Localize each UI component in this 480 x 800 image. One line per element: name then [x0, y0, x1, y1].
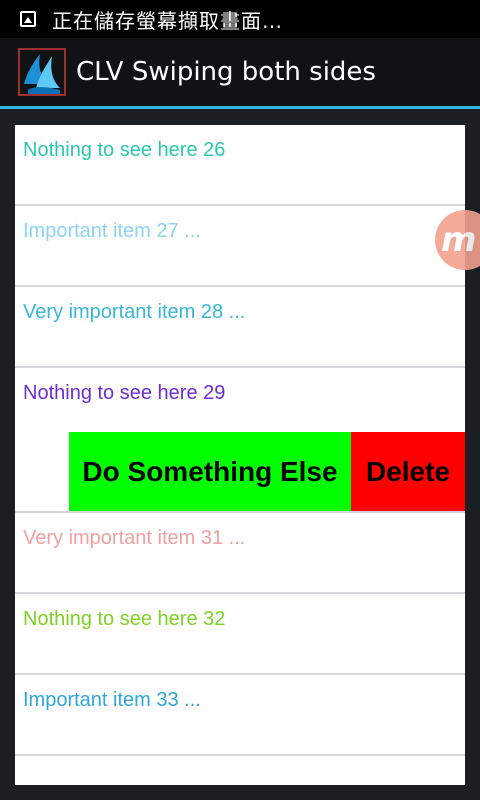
list-item-label: Very important item 31 ...	[23, 527, 246, 549]
list-item[interactable]: Important item 27 ...	[15, 206, 465, 288]
list-item[interactable]: Nothing to see here 32	[15, 594, 465, 676]
do-something-else-button[interactable]: Do Something Else	[69, 432, 351, 511]
swiped-list-item[interactable]: Do Something Else Delete	[15, 432, 465, 514]
list-item[interactable]: Very important item 31 ...	[15, 513, 465, 595]
swipe-list[interactable]: Nothing to see here 26 Important item 27…	[15, 125, 465, 785]
list-item-label: Important item 33 ...	[23, 689, 201, 711]
list-item[interactable]	[15, 756, 465, 785]
list-item-label: Nothing to see here 32	[23, 608, 226, 630]
list-item-label: Important item 27 ...	[23, 220, 201, 242]
list-item-label: Nothing to see here 26	[23, 139, 226, 161]
list-item[interactable]: Very important item 28 ...	[15, 287, 465, 369]
delete-button[interactable]: Delete	[351, 432, 465, 511]
status-text: 正在儲存螢幕擷取畫面…	[52, 8, 283, 33]
status-bar: 正在儲存螢幕擷取畫面…	[0, 0, 480, 38]
page-title: CLV Swiping both sides	[76, 57, 376, 87]
list-item[interactable]: Important item 33 ...	[15, 675, 465, 757]
list-item-label: Very important item 28 ...	[23, 301, 246, 323]
list-item[interactable]: Nothing to see here 26	[15, 125, 465, 207]
image-icon	[20, 11, 36, 27]
droplet-logo-icon[interactable]	[18, 48, 66, 96]
action-bar: CLV Swiping both sides	[0, 38, 480, 109]
